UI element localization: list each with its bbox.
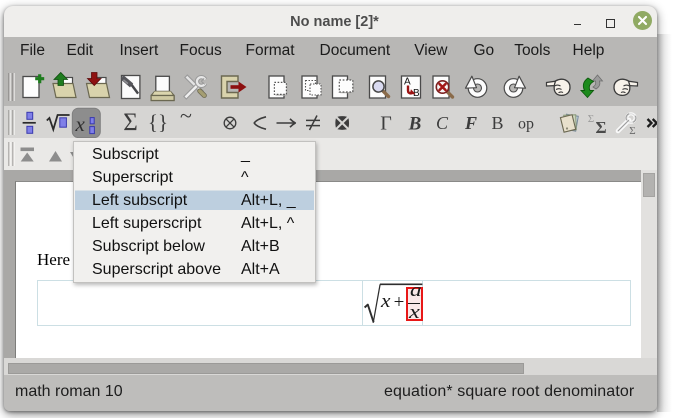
svg-text:~: ~ <box>180 106 192 128</box>
svg-text:x: x <box>75 112 86 136</box>
svg-text:Σ: Σ <box>595 118 606 137</box>
svg-text:Γ: Γ <box>380 113 392 135</box>
svg-text:B: B <box>491 113 503 133</box>
svg-text:F: F <box>464 113 477 133</box>
svg-text:Σ: Σ <box>629 125 635 137</box>
svg-text:op: op <box>518 116 534 133</box>
svg-text:{}: {} <box>148 110 168 134</box>
svg-text:Σ: Σ <box>588 113 594 125</box>
svg-text:C: C <box>436 113 449 133</box>
svg-text:Σ: Σ <box>123 109 138 136</box>
svg-text:B: B <box>408 114 422 135</box>
